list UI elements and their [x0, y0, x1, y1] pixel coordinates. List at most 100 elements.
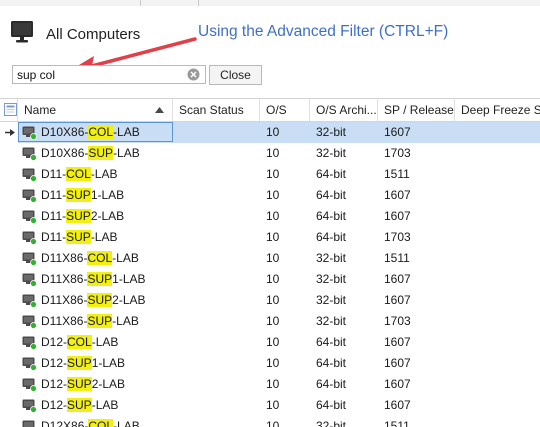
name-suffix: 2-LAB [91, 209, 124, 223]
table-row[interactable]: D12-COL-LAB 10 64-bit 1607 [0, 332, 540, 353]
computer-icon [22, 273, 37, 287]
name-match-highlight: COL [66, 167, 91, 181]
sp-release-cell: 1607 [384, 206, 411, 227]
os-architecture-cell: 32-bit [316, 290, 346, 311]
sp-release-cell: 1607 [384, 374, 411, 395]
computer-name: D11X86-SUP1-LAB [41, 269, 146, 290]
sp-release-cell: 1511 [384, 248, 410, 269]
name-suffix: 2-LAB [112, 293, 145, 307]
os-architecture-cell: 32-bit [316, 122, 346, 143]
computer-icon [22, 231, 37, 245]
column-header-os-architecture[interactable]: O/S Archi... [310, 99, 378, 121]
name-prefix: D10X86- [41, 125, 88, 139]
name-suffix: 2-LAB [92, 377, 125, 391]
computer-name: D11-COL-LAB [41, 164, 118, 185]
sp-release-cell: 1607 [384, 332, 411, 353]
name-prefix: D10X86- [41, 146, 88, 160]
table-row[interactable]: D11-SUP2-LAB1064-bit1607 [0, 206, 540, 227]
os-cell: 10 [266, 248, 279, 269]
computer-icon [22, 294, 37, 308]
name-suffix: -LAB [112, 251, 139, 265]
sp-release-cell: 1703 [384, 143, 411, 164]
sp-release-cell: 1607 [384, 185, 411, 206]
os-cell: 10 [266, 269, 279, 290]
table-row[interactable]: D10X86-SUP-LAB1032-bit1703 [0, 143, 540, 164]
computer-name: D10X86-COL-LAB [41, 122, 140, 143]
name-suffix: 1-LAB [92, 356, 125, 370]
table-row[interactable]: D11-SUP1-LAB1064-bit1607 [0, 185, 540, 206]
column-header-sp-release[interactable]: SP / Release [378, 99, 455, 121]
table-row[interactable]: D11X86-SUP-LAB1032-bit1703 [0, 311, 540, 332]
sort-ascending-icon [155, 107, 164, 113]
name-prefix: D11X86- [41, 314, 87, 328]
grid-header: Name Scan Status O/S O/S Archi... SP / R… [0, 99, 540, 122]
table-row[interactable]: D12-SUP1-LAB1064-bit1607 [0, 353, 540, 374]
name-prefix: D11X86- [41, 272, 87, 286]
os-architecture-cell: 32-bit [316, 416, 346, 427]
computer-name: D12-SUP-LAB [41, 395, 118, 416]
name-prefix: D11- [41, 209, 66, 223]
computer-name: D12-COL-LAB [41, 332, 118, 353]
filter-input[interactable] [12, 65, 206, 84]
name-match-highlight: SUP [66, 188, 91, 202]
name-match-highlight: SUP [67, 398, 92, 412]
column-header-os[interactable]: O/S [260, 99, 310, 121]
computer-icon [22, 168, 37, 182]
name-prefix: D12- [41, 356, 67, 370]
os-architecture-cell: 64-bit [316, 353, 346, 374]
close-filter-button[interactable]: Close [209, 65, 262, 85]
os-cell: 10 [266, 164, 279, 185]
name-match-highlight: COL [88, 125, 113, 139]
column-header-scan-status[interactable]: Scan Status [173, 99, 260, 121]
computer-name: D12X86-COL-LAB [41, 416, 140, 427]
os-architecture-cell: 64-bit [316, 185, 346, 206]
row-pointer-icon [5, 128, 15, 137]
name-prefix: D12- [41, 335, 67, 349]
os-cell: 10 [266, 395, 279, 416]
computer-icon [22, 126, 37, 140]
computer-icon [22, 315, 37, 329]
computer-name: D12-SUP2-LAB [41, 374, 125, 395]
computer-name: D11X86-COL-LAB [41, 248, 139, 269]
name-suffix: -LAB [112, 314, 139, 328]
clear-filter-icon[interactable] [187, 68, 200, 81]
name-suffix: -LAB [91, 230, 118, 244]
column-header-name[interactable]: Name [18, 99, 173, 121]
table-row[interactable]: D12X86-COL-LAB1032-bit1511 [0, 416, 540, 427]
computer-icon [22, 399, 37, 413]
os-cell: 10 [266, 332, 279, 353]
name-prefix: D11X86- [41, 251, 87, 265]
os-architecture-cell: 32-bit [316, 143, 346, 164]
table-row[interactable]: D11X86-SUP2-LAB1032-bit1607 [0, 290, 540, 311]
name-prefix: D11X86- [41, 293, 87, 307]
computer-icon [22, 189, 37, 203]
column-header-deep-freeze-status[interactable]: Deep Freeze St [455, 99, 540, 121]
table-row[interactable]: D11-COL-LAB1064-bit1511 [0, 164, 540, 185]
os-cell: 10 [266, 353, 279, 374]
os-architecture-cell: 64-bit [316, 164, 346, 185]
os-cell: 10 [266, 290, 279, 311]
os-cell: 10 [266, 206, 279, 227]
table-row[interactable]: D12-SUP2-LAB1064-bit1607 [0, 374, 540, 395]
column-chooser-icon [4, 103, 17, 116]
name-prefix: D11- [41, 188, 66, 202]
table-row[interactable]: D10X86-COL-LAB1032-bit1607 [0, 122, 540, 143]
os-architecture-cell: 64-bit [316, 395, 346, 416]
name-prefix: D11- [41, 230, 66, 244]
computer-icon [22, 147, 37, 161]
table-row[interactable]: D12-SUP-LAB1064-bit1607 [0, 395, 540, 416]
table-row[interactable]: D11X86-COL-LAB1032-bit1511 [0, 248, 540, 269]
table-row[interactable]: D11X86-SUP1-LAB1032-bit1607 [0, 269, 540, 290]
name-suffix: -LAB [113, 146, 140, 160]
os-cell: 10 [266, 374, 279, 395]
column-chooser[interactable] [0, 99, 18, 121]
name-prefix: D12- [41, 398, 67, 412]
page-title: All Computers [46, 26, 140, 43]
table-row[interactable]: D11-SUP-LAB1064-bit1703 [0, 227, 540, 248]
os-architecture-cell: 64-bit [316, 332, 346, 353]
name-match-highlight: SUP [88, 146, 113, 160]
name-match-highlight: COL [67, 335, 92, 349]
name-suffix: -LAB [92, 398, 119, 412]
computer-icon [22, 378, 37, 392]
name-prefix: D11- [41, 167, 66, 181]
